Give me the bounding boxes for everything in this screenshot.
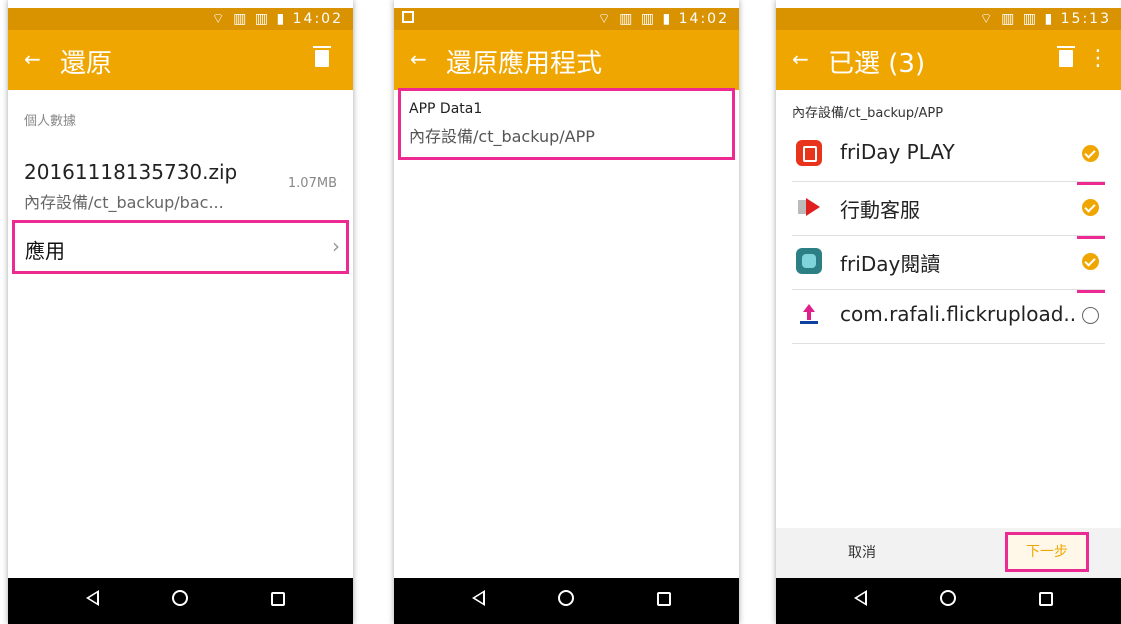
checked-checkbox-icon[interactable] [1082, 199, 1099, 216]
nav-back-icon[interactable] [848, 590, 872, 612]
backup-file-item[interactable]: 20161118135730.zip 內存設備/ct_backup/bac...… [8, 150, 353, 220]
app-name: 行動客服 [840, 198, 920, 222]
app-name: com.rafali.flickrupload.. [840, 302, 1077, 326]
cancel-button[interactable]: 取消 [848, 542, 876, 562]
app-list-item[interactable]: friDay PLAY [792, 128, 1105, 185]
app-list-item[interactable]: friDay閱讀 [792, 236, 1105, 293]
phone-screen-selected-apps: ⌔ ▥ ▥ ▮ 15:13 ← 已選 (3) ⋮ 內存設備/ct_backup/… [776, 0, 1121, 624]
nav-home-icon[interactable] [168, 590, 192, 612]
checked-checkbox-icon[interactable] [1082, 145, 1099, 162]
file-name: 20161118135730.zip [24, 160, 238, 184]
more-options-icon[interactable]: ⋮ [1087, 44, 1109, 74]
back-arrow-icon[interactable]: ← [410, 47, 427, 71]
file-size: 1.07MB [287, 176, 337, 191]
back-arrow-icon[interactable]: ← [792, 47, 809, 71]
notification-icon [402, 11, 414, 23]
app-list-item[interactable]: com.rafali.flickrupload.. [792, 290, 1105, 344]
checked-checkbox-icon[interactable] [1082, 253, 1099, 270]
trash-icon[interactable] [1057, 46, 1075, 67]
app-bar: ← 已選 (3) ⋮ [776, 30, 1121, 90]
unchecked-checkbox-icon[interactable] [1082, 307, 1099, 324]
nav-bar [776, 578, 1121, 624]
phone-screen-restore-apps: ⌔ ▥ ▥ ▮ 14:02 ← 還原應用程式 APP Data1 內存設備/ct… [394, 0, 739, 624]
page-title: 還原應用程式 [446, 49, 603, 79]
trash-icon[interactable] [313, 46, 331, 67]
app-name: friDay PLAY [840, 140, 955, 164]
status-bar: ⌔ ▥ ▥ ▮ 14:02 [8, 8, 353, 30]
nav-home-icon[interactable] [936, 590, 960, 612]
app-name: friDay閱讀 [840, 252, 941, 276]
nav-back-icon[interactable] [466, 590, 490, 612]
chevron-right-icon: › [332, 234, 340, 258]
bottom-action-bar: 取消 下一步 [776, 528, 1121, 578]
nav-bar [394, 578, 739, 624]
apps-category-row[interactable]: 應用 › [12, 220, 349, 274]
back-arrow-icon[interactable]: ← [24, 47, 41, 71]
backup-set-item[interactable]: APP Data1 內存設備/ct_backup/APP [398, 88, 735, 160]
backup-path: 內存設備/ct_backup/APP [409, 127, 595, 146]
page-title: 還原 [60, 49, 113, 79]
nav-recents-icon[interactable] [266, 590, 290, 612]
app-bar: ← 還原應用程式 [394, 30, 739, 90]
phone-screen-restore: ⌔ ▥ ▥ ▮ 14:02 ← 還原 個人數據 20161118135730.z… [8, 0, 353, 624]
status-time: 14:02 [292, 11, 343, 27]
status-time: 14:02 [678, 11, 729, 27]
status-bar: ⌔ ▥ ▥ ▮ 14:02 [394, 8, 739, 30]
page-title: 已選 (3) [828, 49, 926, 79]
app-list-item[interactable]: 行動客服 [792, 182, 1105, 239]
nav-recents-icon[interactable] [652, 590, 676, 612]
file-path: 內存設備/ct_backup/bac... [24, 193, 224, 212]
nav-back-icon[interactable] [80, 590, 104, 612]
nav-recents-icon[interactable] [1034, 590, 1058, 612]
status-icons: ⌔ ▥ ▥ ▮ 14:02 [211, 11, 343, 27]
path-header: 內存設備/ct_backup/APP [792, 106, 944, 121]
section-header: 個人數據 [24, 114, 77, 129]
friday-play-icon [796, 140, 822, 166]
nav-home-icon[interactable] [554, 590, 578, 612]
flickr-upload-icon [796, 302, 822, 328]
nav-bar [8, 578, 353, 624]
next-button[interactable]: 下一步 [1005, 532, 1089, 572]
status-icons: ⌔ ▥ ▥ ▮ 15:13 [979, 11, 1111, 27]
friday-reader-icon [796, 248, 822, 274]
status-bar: ⌔ ▥ ▥ ▮ 15:13 [776, 8, 1121, 30]
app-bar: ← 還原 [8, 30, 353, 90]
status-time: 15:13 [1060, 11, 1111, 27]
backup-name: APP Data1 [409, 101, 483, 117]
status-icons: ⌔ ▥ ▥ ▮ 14:02 [597, 11, 729, 27]
customer-service-icon [796, 194, 822, 220]
apps-label: 應用 [25, 239, 65, 263]
